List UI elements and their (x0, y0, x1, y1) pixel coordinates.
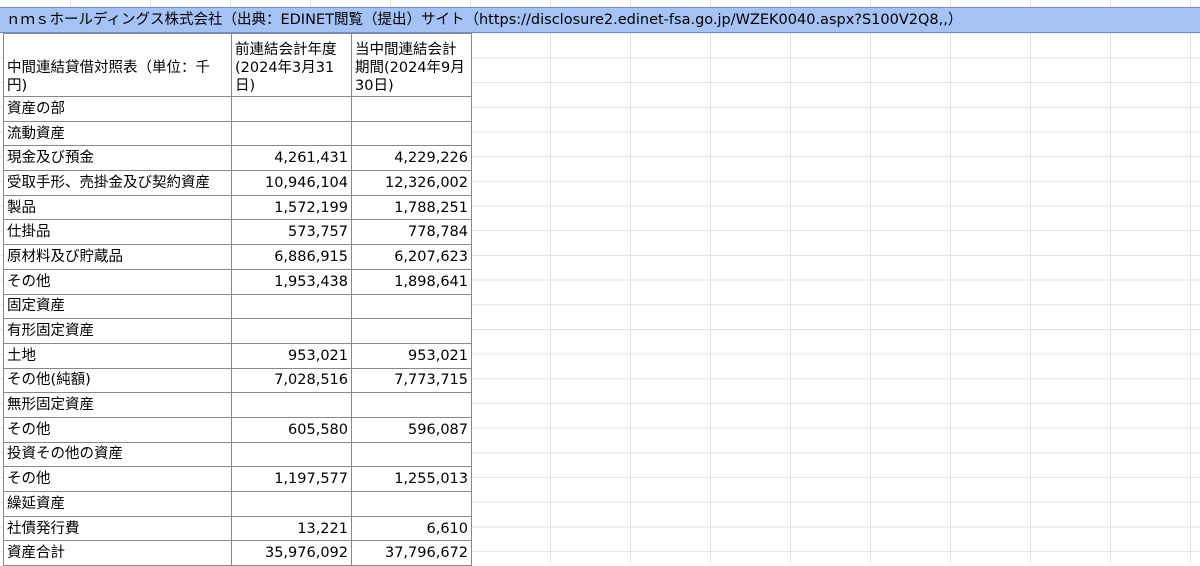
row-label-cell[interactable]: 資産合計 (3, 540, 232, 566)
table-row: 繰延資産 (3, 491, 472, 517)
current-period-value-cell[interactable] (351, 96, 472, 122)
prev-year-value-cell[interactable]: 1,953,438 (231, 268, 352, 295)
prev-year-value-cell[interactable]: 573,757 (231, 219, 352, 246)
current-period-value-cell[interactable] (351, 392, 472, 418)
current-period-value-cell[interactable]: 7,773,715 (351, 367, 472, 394)
table-row: その他(純額) 7,028,516 7,773,715 (3, 367, 472, 394)
prev-year-value-cell[interactable]: 13,221 (231, 515, 352, 542)
current-period-value-cell[interactable]: 778,784 (351, 219, 472, 246)
current-period-value-cell[interactable] (351, 491, 472, 517)
balance-sheet-table: 中間連結貸借対照表（単位：千円) 前連結会計年度(2024年3月31日) 当中間… (3, 33, 472, 566)
row-label-cell[interactable]: 無形固定資産 (3, 392, 232, 418)
current-period-value-cell[interactable]: 37,796,672 (351, 540, 472, 566)
row-label-cell[interactable]: 繰延資産 (3, 491, 232, 517)
prev-year-value-cell[interactable] (231, 120, 352, 147)
current-period-value-cell[interactable]: 953,021 (351, 342, 472, 369)
header-cell-current-period[interactable]: 当中間連結会計期間(2024年9月30日) (351, 33, 472, 97)
current-period-value-cell[interactable]: 4,229,226 (351, 145, 472, 172)
row-label-cell[interactable]: 固定資産 (3, 293, 232, 320)
table-row: 資産合計 35,976,092 37,796,672 (3, 540, 472, 566)
current-period-value-cell[interactable]: 12,326,002 (351, 170, 472, 196)
table-row: 仕掛品 573,757 778,784 (3, 219, 472, 246)
prev-year-value-cell[interactable]: 7,028,516 (231, 367, 352, 394)
row-label-cell[interactable]: 流動資産 (3, 120, 232, 147)
table-row: その他 1,953,438 1,898,641 (3, 268, 472, 295)
table-row: 受取手形、売掛金及び契約資産 10,946,104 12,326,002 (3, 170, 472, 196)
header-cell-prev-year[interactable]: 前連結会計年度(2024年3月31日) (231, 33, 352, 97)
current-period-value-cell[interactable]: 1,898,641 (351, 268, 472, 295)
prev-year-value-cell[interactable]: 35,976,092 (231, 540, 352, 566)
table-row: その他 605,580 596,087 (3, 416, 472, 443)
header-row: 中間連結貸借対照表（単位：千円) 前連結会計年度(2024年3月31日) 当中間… (3, 33, 472, 97)
table-row: 有形固定資産 (3, 318, 472, 344)
table-row: 無形固定資産 (3, 392, 472, 418)
table-row: 固定資産 (3, 293, 472, 320)
current-period-value-cell[interactable]: 1,255,013 (351, 466, 472, 492)
row-label-cell[interactable]: 受取手形、売掛金及び契約資産 (3, 170, 232, 196)
prev-year-value-cell[interactable]: 10,946,104 (231, 170, 352, 196)
row-label-cell[interactable]: 土地 (3, 342, 232, 369)
prev-year-value-cell[interactable] (231, 441, 352, 468)
row-label-cell[interactable]: その他(純額) (3, 367, 232, 394)
row-label-cell[interactable]: 資産の部 (3, 96, 232, 122)
table-row: その他 1,197,577 1,255,013 (3, 466, 472, 492)
prev-year-value-cell[interactable]: 953,021 (231, 342, 352, 369)
current-period-value-cell[interactable]: 6,610 (351, 515, 472, 542)
current-period-value-cell[interactable] (351, 293, 472, 320)
table-row: 投資その他の資産 (3, 441, 472, 468)
prev-year-value-cell[interactable] (231, 96, 352, 122)
row-label-cell[interactable]: 製品 (3, 194, 232, 221)
row-label-cell[interactable]: その他 (3, 268, 232, 295)
row-label-cell[interactable]: 社債発行費 (3, 515, 232, 542)
prev-year-value-cell[interactable]: 1,572,199 (231, 194, 352, 221)
table-row: 資産の部 (3, 96, 472, 122)
row-label-cell[interactable]: その他 (3, 466, 232, 492)
table-row: 現金及び預金 4,261,431 4,229,226 (3, 145, 472, 172)
row-label-cell[interactable]: 仕掛品 (3, 219, 232, 246)
prev-year-value-cell[interactable]: 6,886,915 (231, 244, 352, 270)
prev-year-value-cell[interactable] (231, 293, 352, 320)
row-label-cell[interactable]: その他 (3, 416, 232, 443)
table-row: 原材料及び貯蔵品 6,886,915 6,207,623 (3, 244, 472, 270)
row-label-cell[interactable]: 現金及び預金 (3, 145, 232, 172)
current-period-value-cell[interactable]: 596,087 (351, 416, 472, 443)
current-period-value-cell[interactable]: 1,788,251 (351, 194, 472, 221)
current-period-value-cell[interactable] (351, 120, 472, 147)
prev-year-value-cell[interactable]: 4,261,431 (231, 145, 352, 172)
header-cell-item[interactable]: 中間連結貸借対照表（単位：千円) (3, 33, 232, 97)
prev-year-value-cell[interactable] (231, 392, 352, 418)
row-label-cell[interactable]: 投資その他の資産 (3, 441, 232, 468)
table-row: 製品 1,572,199 1,788,251 (3, 194, 472, 221)
table-row: 流動資産 (3, 120, 472, 147)
current-period-value-cell[interactable]: 6,207,623 (351, 244, 472, 270)
prev-year-value-cell[interactable]: 1,197,577 (231, 466, 352, 492)
table-row: 社債発行費 13,221 6,610 (3, 515, 472, 542)
table-row: 土地 953,021 953,021 (3, 342, 472, 369)
current-period-value-cell[interactable] (351, 318, 472, 344)
row-label-cell[interactable]: 原材料及び貯蔵品 (3, 244, 232, 270)
prev-year-value-cell[interactable] (231, 491, 352, 517)
row-label-cell[interactable]: 有形固定資産 (3, 318, 232, 344)
prev-year-value-cell[interactable]: 605,580 (231, 416, 352, 443)
table-body: 資産の部 流動資産 現金及び預金 4,261,431 4,229,226 受取手形、売掛金… (3, 96, 472, 566)
current-period-value-cell[interactable] (351, 441, 472, 468)
prev-year-value-cell[interactable] (231, 318, 352, 344)
title-cell[interactable]: ｎｍｓホールディングス株式会社（出典：EDINET閲覧（提出）サイト（https… (0, 7, 1200, 33)
